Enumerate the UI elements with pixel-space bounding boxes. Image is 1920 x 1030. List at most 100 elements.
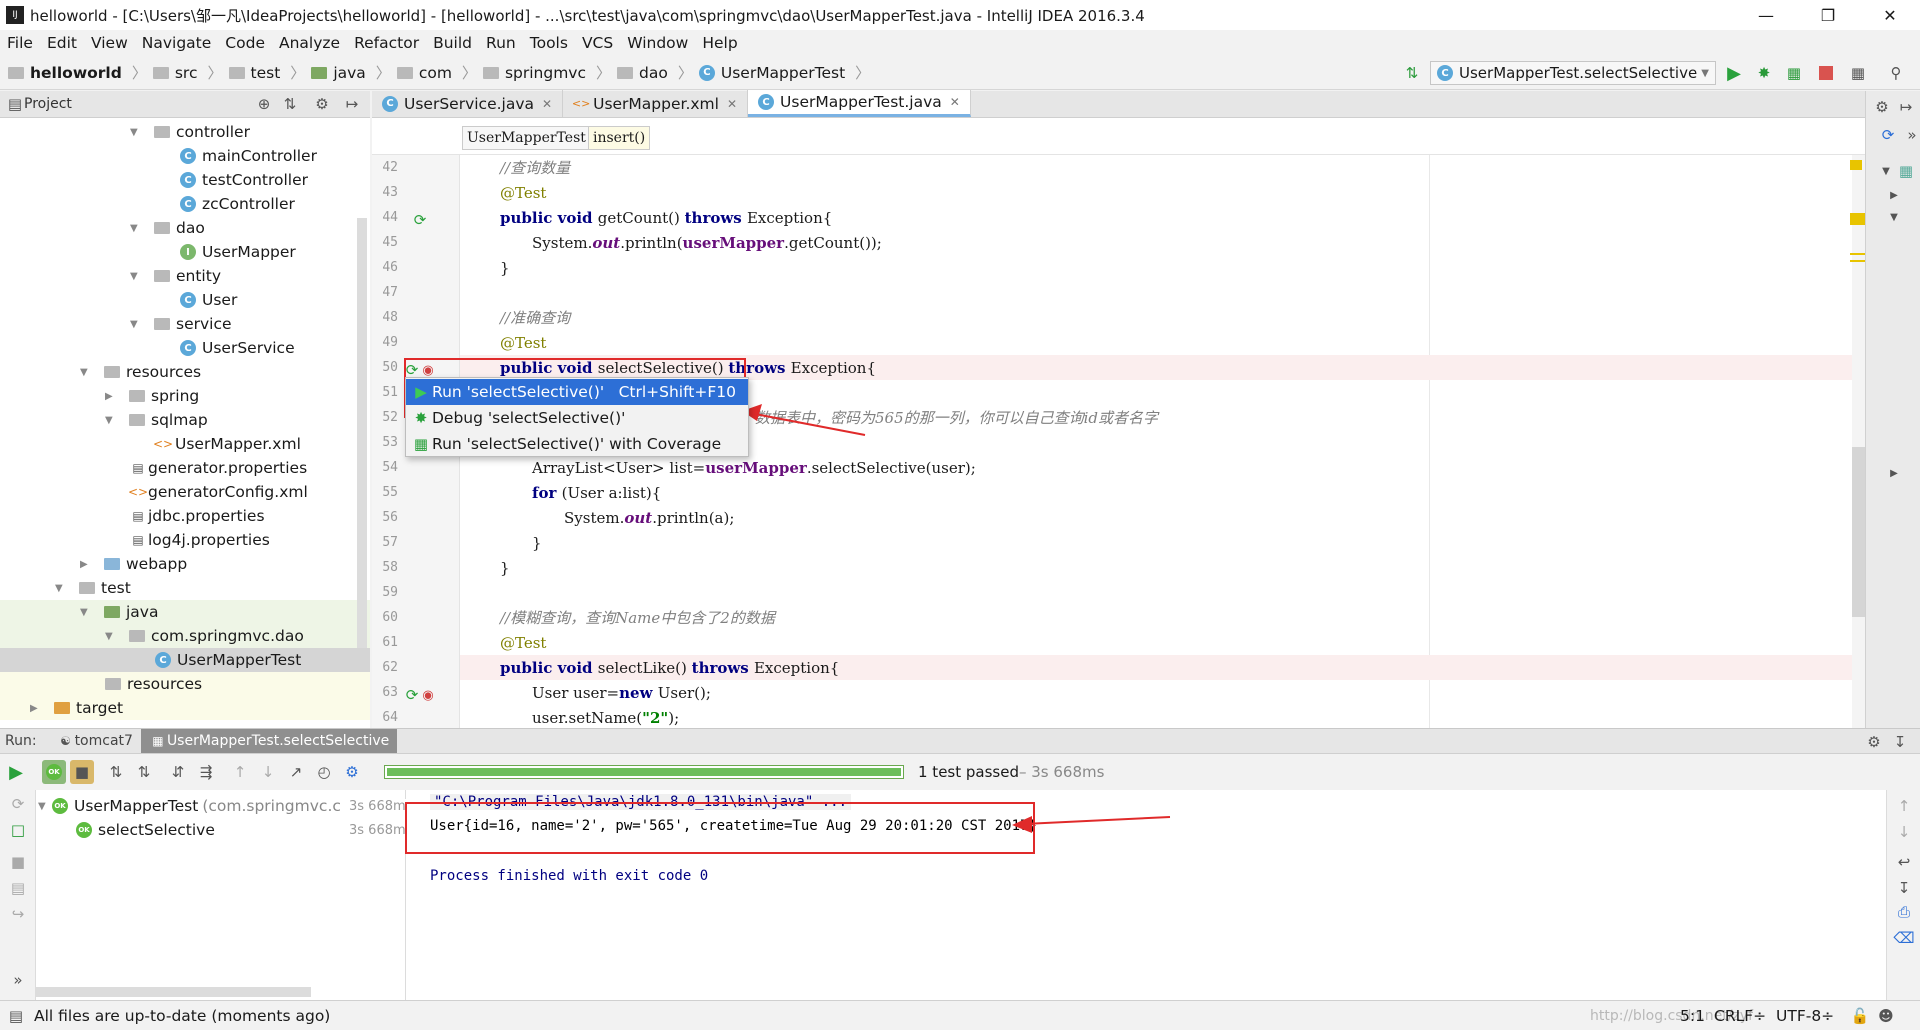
previous-failed-icon[interactable]: ↑	[228, 760, 252, 784]
close-icon[interactable]: ✕	[727, 97, 737, 111]
warning-marker[interactable]	[1850, 213, 1865, 225]
menu-tools[interactable]: Tools	[530, 34, 568, 52]
popup-coverage-item[interactable]: ▦ Run 'selectSelective()' with Coverage	[406, 431, 748, 457]
tree-item-controller[interactable]: ▼ controller	[130, 120, 250, 144]
exit-icon[interactable]: ↪	[6, 902, 30, 926]
inspector-icon[interactable]: ☻	[1874, 1004, 1898, 1028]
tree-item-zccontroller[interactable]: CzcController	[180, 192, 295, 216]
tree-item-generatorconfig-xml[interactable]: <> generatorConfig.xml	[128, 480, 308, 504]
menu-run[interactable]: Run	[486, 34, 516, 52]
tree-item-resources[interactable]: ▼ resources	[80, 360, 201, 384]
tree-item-spring[interactable]: ▶ spring	[105, 384, 199, 408]
chevron-right-icon[interactable]: ▶	[1882, 183, 1906, 207]
tree-item-maincontroller[interactable]: CmainController	[180, 144, 317, 168]
close-icon[interactable]: ✕	[542, 97, 552, 111]
menu-help[interactable]: Help	[702, 34, 737, 52]
crumb-test[interactable]: test	[228, 64, 280, 82]
close-button[interactable]: ✕	[1862, 0, 1918, 30]
next-failed-icon[interactable]: ↓	[256, 760, 280, 784]
tree-item-test[interactable]: ▼ test	[55, 576, 131, 600]
status-icon[interactable]: ▤	[6, 1004, 26, 1028]
crumb-usermappertest[interactable]: C UserMapperTest	[698, 64, 845, 82]
hide-panel-icon[interactable]: ↧	[1888, 730, 1912, 754]
hide-panel-icon[interactable]: ↦	[1894, 95, 1918, 119]
tree-item-service[interactable]: ▼ service	[130, 312, 232, 336]
history-icon[interactable]: ◴	[312, 760, 336, 784]
sync-icon[interactable]: ⟳	[1876, 123, 1900, 147]
chevron-down-icon[interactable]: ▼	[1882, 205, 1906, 229]
tree-item-usermapper-xml[interactable]: <> UserMapper.xml	[153, 432, 301, 456]
tree-item-testcontroller[interactable]: CtestController	[180, 168, 308, 192]
rerun-icon[interactable]: ▶	[4, 760, 28, 784]
tree-item-generator-properties[interactable]: ▤ generator.properties	[130, 456, 307, 480]
trash-icon[interactable]: ⌫	[1892, 926, 1916, 950]
tree-item-test-resources[interactable]: resources	[0, 672, 370, 696]
run-test-gutter-icon[interactable]: ⟳	[408, 208, 432, 232]
tree-item-log4j-properties[interactable]: ▤ log4j.properties	[130, 528, 270, 552]
down-arrow-icon[interactable]: ↓	[1892, 820, 1916, 844]
run-icon[interactable]: ▶	[1722, 61, 1746, 85]
gear-icon[interactable]: ⚙	[1862, 730, 1886, 754]
tab-usermappertest-java[interactable]: C UserMapperTest.java ✕	[748, 90, 971, 117]
menu-build[interactable]: Build	[433, 34, 472, 52]
run-tab-selectselective[interactable]: ▦ UserMapperTest.selectSelective	[140, 729, 398, 753]
collapse-all-icon[interactable]: ⇅	[278, 92, 302, 116]
sort-duration-icon[interactable]: ⇅	[132, 760, 156, 784]
soft-wrap-icon[interactable]: ↩	[1892, 850, 1916, 874]
scroll-to-end-icon[interactable]: ↧	[1892, 876, 1916, 900]
tab-usermapper-xml[interactable]: <> UserMapper.xml ✕	[563, 90, 749, 117]
tree-item-test-java[interactable]: ▼ java	[0, 600, 370, 624]
project-panel-title[interactable]: Project	[24, 96, 72, 112]
test-suite-row[interactable]: ▼ OK UserMapperTest (com.springmvc.c 3s …	[36, 794, 413, 818]
tree-item-user[interactable]: C User	[180, 288, 237, 312]
stop-icon[interactable]: ■	[6, 850, 30, 874]
chevron-right-icon[interactable]: ▶	[1882, 461, 1906, 485]
tree-item-usermappertest[interactable]: C UserMapperTest	[0, 648, 370, 672]
editor-scrollbar-thumb[interactable]	[1852, 447, 1865, 617]
sort-alpha-icon[interactable]: ⇅	[104, 760, 128, 784]
show-ignored-icon[interactable]: ■	[70, 760, 94, 784]
menu-navigate[interactable]: Navigate	[142, 34, 212, 52]
breadcrumb-class-chip[interactable]: UserMapperTest	[462, 126, 591, 150]
menu-view[interactable]: View	[91, 34, 128, 52]
crumb-com[interactable]: com	[396, 64, 452, 82]
tree-item-entity[interactable]: ▼ entity	[130, 264, 221, 288]
tree-item-com-springmvc-dao[interactable]: ▼ com.springmvc.dao	[0, 624, 370, 648]
gear-icon[interactable]: ⚙	[1870, 95, 1894, 119]
maven-icon[interactable]: ▦	[1894, 159, 1918, 183]
toggle-auto-test-icon[interactable]: □	[6, 818, 30, 842]
more-icon[interactable]: »	[6, 968, 30, 992]
popup-debug-item[interactable]: ✸ Debug 'selectSelective()'	[406, 405, 748, 431]
hide-panel-icon[interactable]: ↦	[340, 92, 364, 116]
build-icon[interactable]: ⇅	[1400, 61, 1424, 85]
lock-icon[interactable]: 🔓	[1848, 1004, 1872, 1028]
gear-icon[interactable]: ⚙	[310, 92, 334, 116]
menu-refactor[interactable]: Refactor	[354, 34, 419, 52]
crumb-project[interactable]: helloworld	[8, 64, 122, 82]
crumb-springmvc[interactable]: springmvc	[482, 64, 586, 82]
tree-item-dao[interactable]: ▼ dao	[130, 216, 205, 240]
tree-item-target[interactable]: ▶ target	[0, 696, 370, 720]
warning-marker[interactable]	[1850, 260, 1865, 262]
tree-item-usermapper[interactable]: I UserMapper	[180, 240, 296, 264]
up-arrow-icon[interactable]: ↑	[1892, 794, 1916, 818]
coverage-icon[interactable]: ▦	[1782, 61, 1806, 85]
show-passed-icon[interactable]: OK	[42, 760, 66, 784]
stop-icon[interactable]	[1814, 61, 1838, 85]
minimize-button[interactable]: —	[1738, 0, 1794, 30]
tree-item-sqlmap[interactable]: ▼ sqlmap	[105, 408, 208, 432]
run-config-select[interactable]: C UserMapperTest.selectSelective ▼	[1430, 61, 1716, 85]
menu-file[interactable]: File	[7, 34, 33, 52]
line-separator[interactable]: CRLF÷	[1714, 1007, 1766, 1025]
tab-userservice-java[interactable]: C UserService.java ✕	[372, 90, 564, 117]
warning-marker[interactable]	[1850, 253, 1865, 255]
test-case-row[interactable]: OK selectSelective 3s 668ms	[76, 818, 412, 842]
project-structure-icon[interactable]: ▦	[1846, 61, 1870, 85]
editor-scrollbar-track[interactable]	[1852, 155, 1865, 728]
menu-edit[interactable]: Edit	[47, 34, 77, 52]
maximize-button[interactable]: ❐	[1800, 0, 1856, 30]
file-encoding[interactable]: UTF-8÷	[1776, 1007, 1834, 1025]
debug-icon[interactable]: ✸	[1752, 61, 1776, 85]
settings-icon[interactable]: ⚙	[340, 760, 364, 784]
export-icon[interactable]: ↗	[284, 760, 308, 784]
